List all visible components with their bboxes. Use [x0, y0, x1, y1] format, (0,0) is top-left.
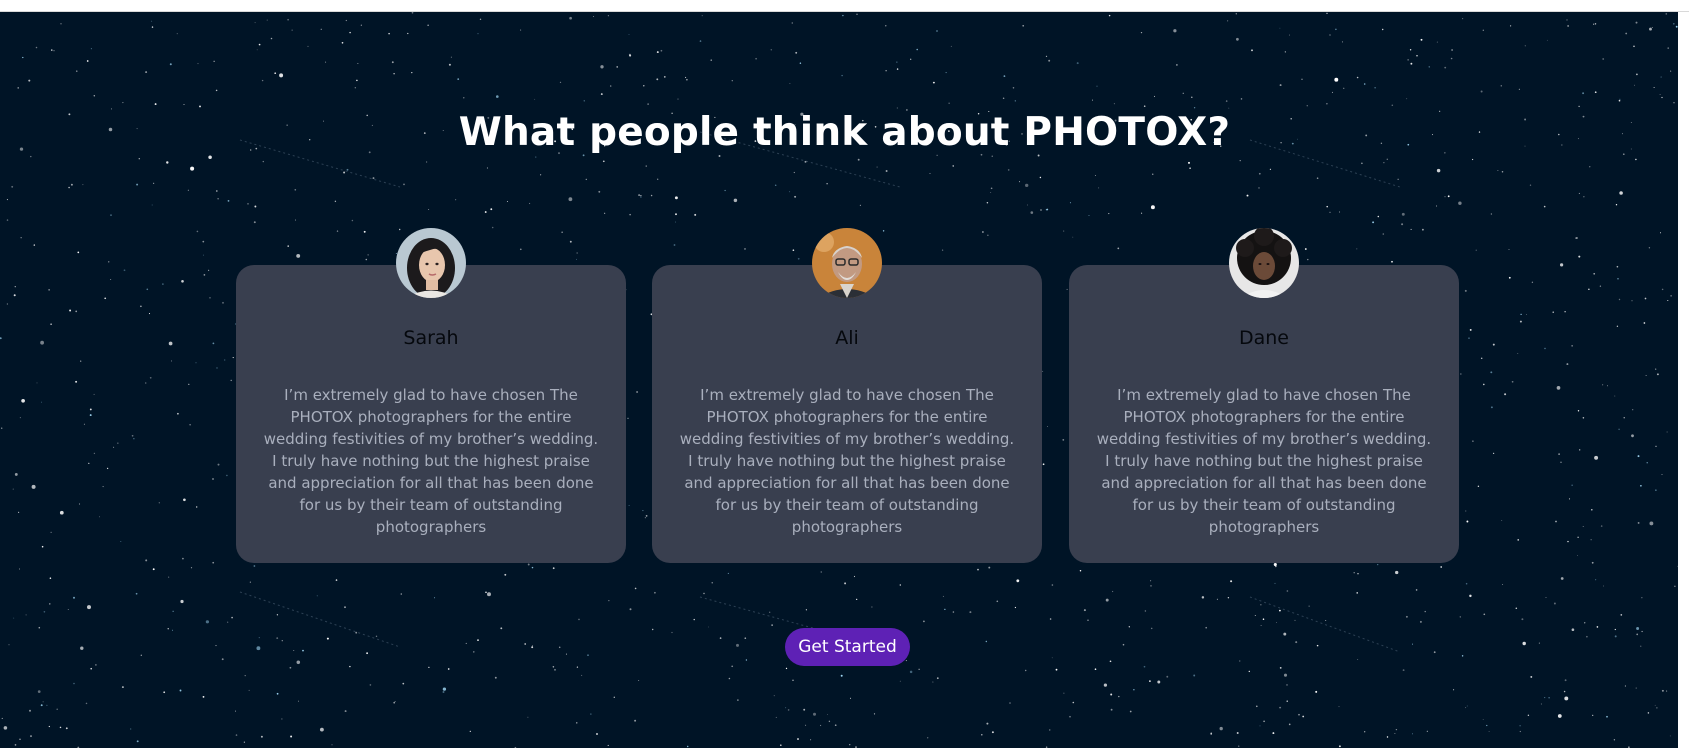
testimonial-card-sarah: Sarah I’m extremely glad to have chosen …: [236, 228, 626, 563]
testimonial-card-ali: Ali I’m extremely glad to have chosen Th…: [652, 228, 1042, 563]
curly-hair-portrait-avatar-icon: [1229, 228, 1299, 298]
older-man-portrait-avatar-icon: [812, 228, 882, 298]
testimonial-quote: I’m extremely glad to have chosen The PH…: [1096, 386, 1432, 536]
testimonial-name: Sarah: [403, 327, 459, 349]
testimonial-name: Dane: [1238, 327, 1289, 349]
browser-top-strip: [0, 0, 1689, 12]
testimonial-quote: I’m extremely glad to have chosen The PH…: [263, 386, 599, 536]
section-heading: What people think about PHOTOX?: [458, 110, 1231, 155]
woman-portrait-avatar-icon: [396, 228, 466, 298]
testimonial-card-dane: Dane I’m extremely glad to have chosen T…: [1069, 228, 1459, 563]
testimonial-name: Ali: [835, 327, 859, 349]
testimonials-section: What people think about PHOTOX? Sarah I’…: [0, 12, 1689, 748]
page-scrollbar[interactable]: [1678, 12, 1689, 748]
testimonial-quote: I’m extremely glad to have chosen The PH…: [679, 386, 1015, 536]
get-started-button[interactable]: Get Started: [785, 628, 910, 666]
